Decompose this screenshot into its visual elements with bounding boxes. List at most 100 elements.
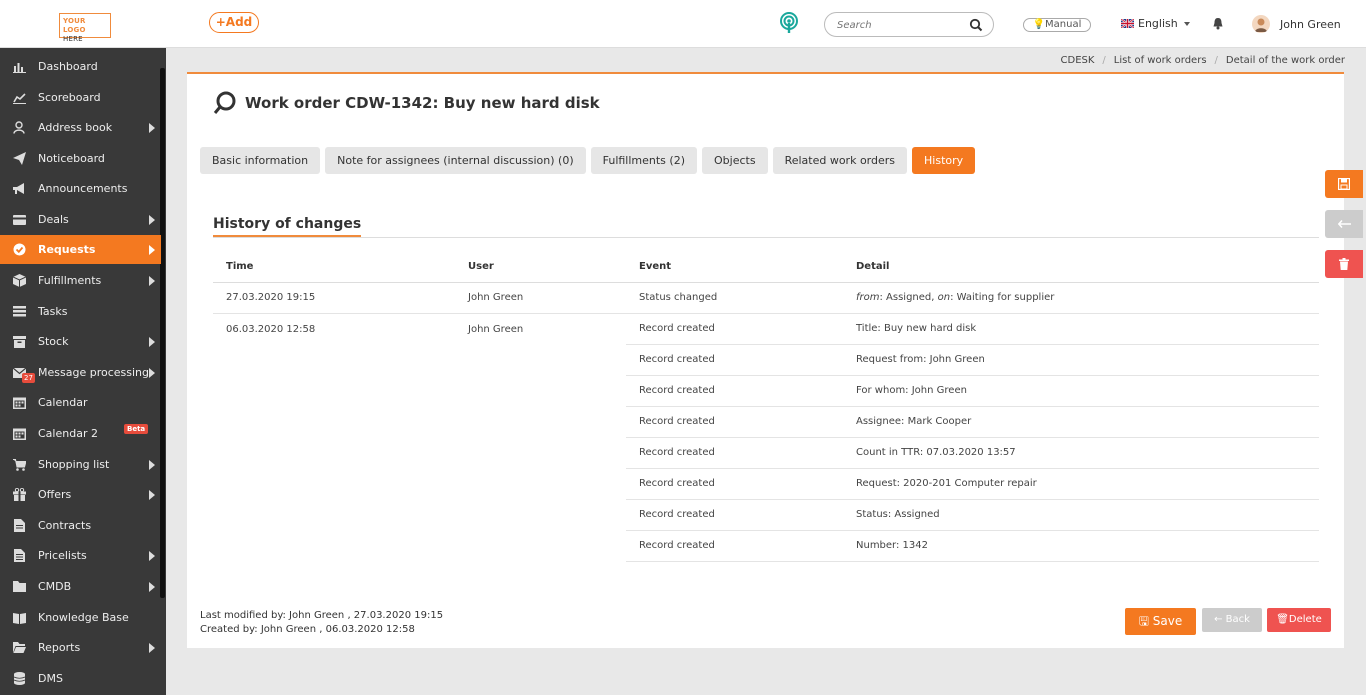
archive-icon xyxy=(12,335,26,349)
sidebar-item-label: Deals xyxy=(38,213,69,226)
sidebar-item-label: Requests xyxy=(38,243,96,256)
sidebar-item-label: Noticeboard xyxy=(38,152,105,165)
sidebar-item-dms[interactable]: DMS xyxy=(0,664,161,693)
sidebar-item-calendar-2[interactable]: Calendar 2 Beta xyxy=(0,419,161,448)
sidebar-item-announcements[interactable]: Announcements xyxy=(0,174,161,203)
manual-button[interactable]: 💡Manual xyxy=(1023,18,1091,32)
tab-note-for-assignees[interactable]: Note for assignees (internal discussion)… xyxy=(325,147,586,174)
uk-flag-icon xyxy=(1121,19,1134,28)
sidebar-item-cmdb[interactable]: CMDB xyxy=(0,572,161,601)
language-select[interactable]: English xyxy=(1121,17,1190,30)
sidebar-item-dashboard[interactable]: Dashboard xyxy=(0,52,161,81)
tab-fulfillments[interactable]: Fulfillments (2) xyxy=(590,147,697,174)
delete-button[interactable]: 🗑Delete xyxy=(1267,608,1331,632)
sidebar-item-shopping-list[interactable]: Shopping list xyxy=(0,450,161,479)
cell-user: John Green xyxy=(455,282,626,314)
sidebar-item-label: Stock xyxy=(38,335,69,348)
sidebar-item-tasks[interactable]: Tasks xyxy=(0,297,161,326)
arrow-left-icon: ← xyxy=(1214,614,1223,625)
cell-time: 06.03.2020 12:58 xyxy=(226,323,316,335)
sidebar-item-address-book[interactable]: Address book xyxy=(0,113,161,142)
chevron-right-icon xyxy=(149,123,155,133)
sidebar: Dashboard Scoreboard Address book Notice… xyxy=(0,48,166,695)
breadcrumb-item[interactable]: CDESK xyxy=(1061,55,1095,66)
tab-related-work-orders[interactable]: Related work orders xyxy=(772,147,908,174)
user-menu[interactable]: John Green xyxy=(1252,15,1341,33)
search-icon[interactable] xyxy=(969,18,983,32)
sidebar-item-scoreboard[interactable]: Scoreboard xyxy=(0,83,161,112)
sidebar-item-reports[interactable]: Reports xyxy=(0,633,161,662)
document-list-icon xyxy=(12,549,26,563)
unread-count-badge: 27 xyxy=(22,373,35,383)
sidebar-item-deals[interactable]: Deals xyxy=(0,205,161,234)
cell-detail: from: Assigned, on: Waiting for supplier xyxy=(843,282,1319,314)
history-table: Time User Event Detail 27.03.2020 19:15 … xyxy=(213,252,1319,562)
podcast-icon[interactable] xyxy=(779,12,799,34)
cell-event: Record created xyxy=(626,375,843,407)
chevron-right-icon xyxy=(149,643,155,653)
section-title: History of changes xyxy=(213,216,362,237)
table-row: 27.03.2020 19:15 John Green Status chang… xyxy=(213,282,1319,314)
cell-event: Record created xyxy=(626,499,843,531)
folder-open-icon xyxy=(12,641,26,655)
folder-icon xyxy=(12,580,26,594)
sidebar-item-label: Dashboard xyxy=(38,60,98,73)
save-button[interactable]: 🖫 Save xyxy=(1125,608,1196,635)
sidebar-item-label: DMS xyxy=(38,672,63,685)
tab-bar: Basic information Note for assignees (in… xyxy=(200,147,976,174)
sidebar-item-label: Calendar 2 xyxy=(38,427,98,440)
top-bar: YOUR LOGO HERE +Add 💡Manual English xyxy=(0,0,1366,48)
sidebar-item-calendar[interactable]: Calendar xyxy=(0,388,161,417)
breadcrumb-item[interactable]: List of work orders xyxy=(1114,55,1207,66)
bar-chart-icon xyxy=(12,60,26,74)
sidebar-item-message-processing[interactable]: 27 Message processing xyxy=(0,358,161,387)
back-label: Back xyxy=(1225,614,1250,625)
breadcrumb: CDESK / List of work orders / Detail of … xyxy=(1061,55,1345,66)
language-label: English xyxy=(1138,17,1178,30)
floating-back-button[interactable] xyxy=(1325,210,1363,238)
sidebar-item-label: Scoreboard xyxy=(38,91,101,104)
sidebar-item-contracts[interactable]: Contracts xyxy=(0,511,161,540)
sidebar-item-pricelists[interactable]: Pricelists xyxy=(0,541,161,570)
megaphone-icon xyxy=(12,182,26,196)
sidebar-item-noticeboard[interactable]: Noticeboard xyxy=(0,144,161,173)
cell-detail: Count in TTR: 07.03.2020 13:57 xyxy=(843,437,1319,469)
sidebar-item-offers[interactable]: Offers xyxy=(0,480,161,509)
sidebar-item-knowledge-base[interactable]: Knowledge Base xyxy=(0,603,161,632)
chevron-right-icon xyxy=(149,460,155,470)
trash-icon xyxy=(1339,258,1349,270)
breadcrumb-separator: / xyxy=(1214,55,1218,66)
cell-detail: Assignee: Mark Cooper xyxy=(843,406,1319,438)
tab-objects[interactable]: Objects xyxy=(702,147,768,174)
sidebar-item-fulfillments[interactable]: Fulfillments xyxy=(0,266,161,295)
calendar-icon xyxy=(12,396,26,410)
database-icon xyxy=(12,672,26,686)
list-icon xyxy=(12,305,26,319)
add-button[interactable]: +Add xyxy=(209,12,259,33)
chevron-down-icon xyxy=(1183,21,1190,26)
bell-icon[interactable] xyxy=(1212,17,1224,30)
back-button[interactable]: ← Back xyxy=(1202,608,1262,632)
sidebar-item-stock[interactable]: Stock xyxy=(0,327,161,356)
box-icon xyxy=(12,274,26,288)
save-label: Save xyxy=(1152,614,1183,628)
column-header-user: User xyxy=(455,252,626,283)
floating-save-button[interactable] xyxy=(1325,170,1363,198)
chevron-right-icon xyxy=(149,551,155,561)
document-icon xyxy=(12,519,26,533)
work-order-card: Work order CDW-1342: Buy new hard disk B… xyxy=(187,72,1344,648)
floating-delete-button[interactable] xyxy=(1325,250,1363,278)
cell-event: Record created xyxy=(626,468,843,500)
chevron-right-icon xyxy=(149,582,155,592)
logo[interactable]: YOUR LOGO HERE xyxy=(59,13,111,43)
divider xyxy=(213,237,1319,238)
column-header-time: Time xyxy=(213,252,455,283)
line-chart-icon xyxy=(12,91,26,105)
search-input[interactable] xyxy=(837,17,967,33)
manual-label: Manual xyxy=(1045,19,1082,30)
cell-time: 27.03.2020 19:15 xyxy=(213,282,455,314)
logo-line1: YOUR LOGO xyxy=(63,17,86,34)
tab-history[interactable]: History xyxy=(912,147,976,174)
tab-basic-information[interactable]: Basic information xyxy=(200,147,321,174)
sidebar-item-requests[interactable]: Requests xyxy=(0,235,161,264)
